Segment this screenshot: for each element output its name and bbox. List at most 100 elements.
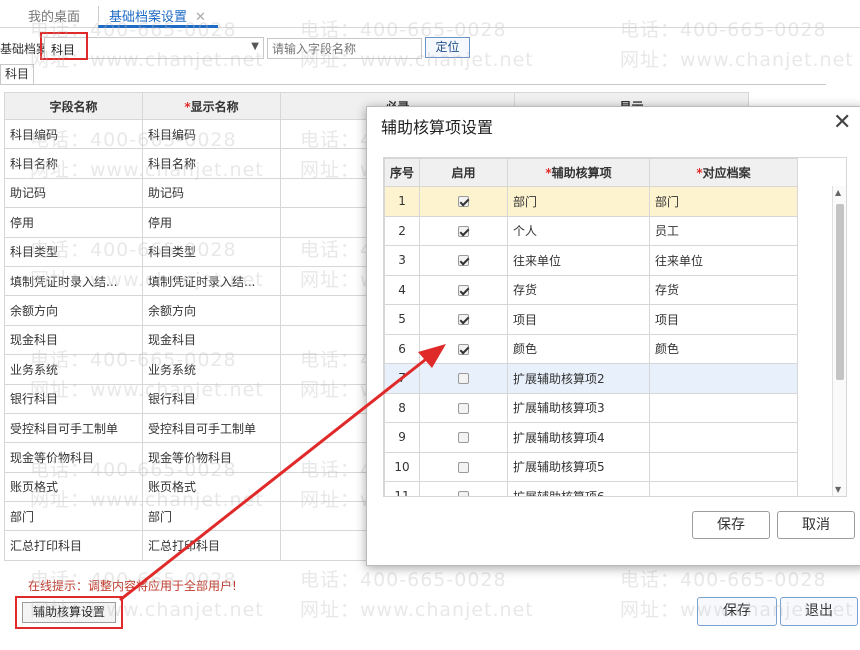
aux-item-cell[interactable]: 存货 bbox=[507, 274, 651, 305]
chevron-down-icon: ▼ bbox=[251, 41, 259, 52]
watermark-text: 网址：www.chanjet.net bbox=[300, 599, 534, 621]
table-row[interactable]: 10 扩展辅助核算项5 bbox=[384, 451, 799, 482]
archive-cell[interactable]: 部门 bbox=[649, 186, 799, 217]
table-row[interactable]: 6 颜色 颜色 bbox=[384, 333, 799, 364]
subtab-subject[interactable]: 科目 bbox=[0, 64, 34, 84]
field-name-cell: 账页格式 bbox=[4, 471, 143, 503]
scroll-down-icon[interactable]: ▼ bbox=[835, 485, 841, 494]
aux-item-cell[interactable]: 扩展辅助核算项2 bbox=[507, 363, 651, 394]
table-row[interactable]: 5 项目 项目 bbox=[384, 304, 799, 335]
archive-cell[interactable] bbox=[649, 392, 799, 423]
archive-cell[interactable] bbox=[649, 363, 799, 394]
header-display-name: *显示名称 bbox=[142, 92, 281, 120]
archive-cell[interactable]: 项目 bbox=[649, 304, 799, 335]
seq-cell: 10 bbox=[384, 451, 421, 482]
table-row[interactable]: 3 往来单位 往来单位 bbox=[384, 245, 799, 276]
annotation-highlight-box bbox=[40, 32, 88, 60]
display-name-cell: 科目编码 bbox=[142, 118, 281, 150]
dialog-save-button[interactable]: 保存 bbox=[692, 511, 770, 539]
aux-accounting-dialog: 辅助核算项设置 ✕ 序号 启用 *辅助核算项 *对应档案 1 部门 部门 2 个人 员工 3… bbox=[366, 106, 860, 566]
enabled-checkbox[interactable] bbox=[458, 343, 470, 355]
scroll-up-icon[interactable]: ▲ bbox=[835, 188, 841, 197]
field-name-cell: 助记码 bbox=[4, 177, 143, 209]
field-name-cell: 科目编码 bbox=[4, 118, 143, 150]
enabled-cell bbox=[419, 304, 509, 335]
archive-cell[interactable] bbox=[649, 451, 799, 482]
aux-item-cell[interactable]: 往来单位 bbox=[507, 245, 651, 276]
table-row[interactable]: 7 扩展辅助核算项2 bbox=[384, 363, 799, 394]
table-row[interactable]: 4 存货 存货 bbox=[384, 274, 799, 305]
display-name-cell: 汇总打印科目 bbox=[142, 530, 281, 561]
tab-basic-archive-settings[interactable]: 基础档案设置 ✕ bbox=[109, 6, 206, 25]
tab-my-desktop[interactable]: 我的桌面 bbox=[28, 6, 80, 25]
display-name-cell: 现金科目 bbox=[142, 324, 281, 356]
display-name-cell: 余额方向 bbox=[142, 295, 281, 326]
table-row[interactable]: 9 扩展辅助核算项4 bbox=[384, 422, 799, 453]
header-display-name-label: 显示名称 bbox=[190, 99, 239, 114]
archive-cell[interactable] bbox=[649, 481, 799, 496]
enabled-cell bbox=[419, 363, 509, 394]
enabled-checkbox[interactable] bbox=[458, 196, 470, 208]
header-archive-label: 对应档案 bbox=[702, 166, 751, 180]
header-seq: 序号 bbox=[384, 158, 421, 187]
header-field-name: 字段名称 bbox=[4, 92, 143, 120]
aux-item-cell[interactable]: 部门 bbox=[507, 186, 651, 217]
field-name-cell: 业务系统 bbox=[4, 354, 143, 385]
vertical-scrollbar[interactable]: ▲ ▼ bbox=[832, 186, 846, 496]
archive-cell[interactable]: 往来单位 bbox=[649, 245, 799, 276]
archive-cell[interactable]: 员工 bbox=[649, 215, 799, 246]
table-row[interactable]: 2 个人 员工 bbox=[384, 215, 799, 246]
aux-item-cell[interactable]: 扩展辅助核算项3 bbox=[507, 392, 651, 423]
enabled-cell bbox=[419, 215, 509, 246]
aux-item-cell[interactable]: 项目 bbox=[507, 304, 651, 335]
aux-item-cell[interactable]: 扩展辅助核算项4 bbox=[507, 422, 651, 453]
seq-cell: 11 bbox=[384, 481, 421, 496]
enabled-checkbox[interactable] bbox=[458, 402, 470, 414]
field-name-cell: 汇总打印科目 bbox=[4, 530, 143, 561]
annotation-highlight-box bbox=[15, 596, 123, 629]
locate-button[interactable]: 定位 bbox=[425, 37, 470, 58]
save-button[interactable]: 保存 bbox=[697, 597, 777, 626]
table-row[interactable]: 8 扩展辅助核算项3 bbox=[384, 392, 799, 423]
display-name-cell: 助记码 bbox=[142, 177, 281, 209]
enabled-checkbox[interactable] bbox=[458, 255, 470, 267]
close-icon[interactable]: ✕ bbox=[833, 110, 851, 135]
tab-label: 基础档案设置 bbox=[109, 10, 188, 25]
display-name-cell: 填制凭证时录入结... bbox=[142, 265, 281, 297]
enabled-checkbox[interactable] bbox=[458, 314, 470, 326]
aux-item-cell[interactable]: 个人 bbox=[507, 215, 651, 246]
display-name-cell: 账页格式 bbox=[142, 471, 281, 503]
aux-item-cell[interactable]: 扩展辅助核算项6 bbox=[507, 481, 651, 496]
enabled-cell bbox=[419, 333, 509, 364]
aux-item-cell[interactable]: 扩展辅助核算项5 bbox=[507, 451, 651, 482]
display-name-cell: 科目类型 bbox=[142, 236, 281, 267]
enabled-checkbox[interactable] bbox=[458, 461, 470, 473]
enabled-checkbox[interactable] bbox=[458, 491, 470, 496]
enabled-cell bbox=[419, 245, 509, 276]
archive-cell[interactable] bbox=[649, 422, 799, 453]
seq-cell: 1 bbox=[384, 186, 421, 217]
enabled-checkbox[interactable] bbox=[458, 225, 470, 237]
dialog-cancel-button[interactable]: 取消 bbox=[777, 511, 855, 539]
tab-bar: 我的桌面 基础档案设置 ✕ bbox=[0, 0, 860, 28]
header-enabled: 启用 bbox=[419, 158, 509, 187]
display-name-cell: 业务系统 bbox=[142, 354, 281, 385]
field-name-cell: 填制凭证时录入结... bbox=[4, 265, 143, 297]
field-search-input[interactable] bbox=[267, 38, 422, 59]
archive-cell[interactable]: 颜色 bbox=[649, 333, 799, 364]
table-row[interactable]: 1 部门 部门 bbox=[384, 186, 799, 217]
table-row[interactable]: 11 扩展辅助核算项6 bbox=[384, 481, 799, 496]
scrollbar-thumb[interactable] bbox=[836, 204, 844, 380]
aux-item-cell[interactable]: 颜色 bbox=[507, 333, 651, 364]
watermark-text: 电话：400-665-0028 bbox=[620, 569, 827, 591]
enabled-checkbox[interactable] bbox=[458, 432, 470, 444]
watermark-text: 电话：400-665-0028 bbox=[300, 569, 507, 591]
exit-button[interactable]: 退出 bbox=[780, 597, 858, 626]
enabled-checkbox[interactable] bbox=[458, 284, 470, 296]
archive-cell[interactable]: 存货 bbox=[649, 274, 799, 305]
online-tip: 在线提示：调整内容将应用于全部用户! bbox=[28, 579, 237, 593]
enabled-checkbox[interactable] bbox=[458, 373, 470, 385]
field-name-cell: 余额方向 bbox=[4, 295, 143, 326]
tab-close-icon[interactable]: ✕ bbox=[195, 10, 206, 25]
dialog-title: 辅助核算项设置 bbox=[381, 118, 494, 137]
